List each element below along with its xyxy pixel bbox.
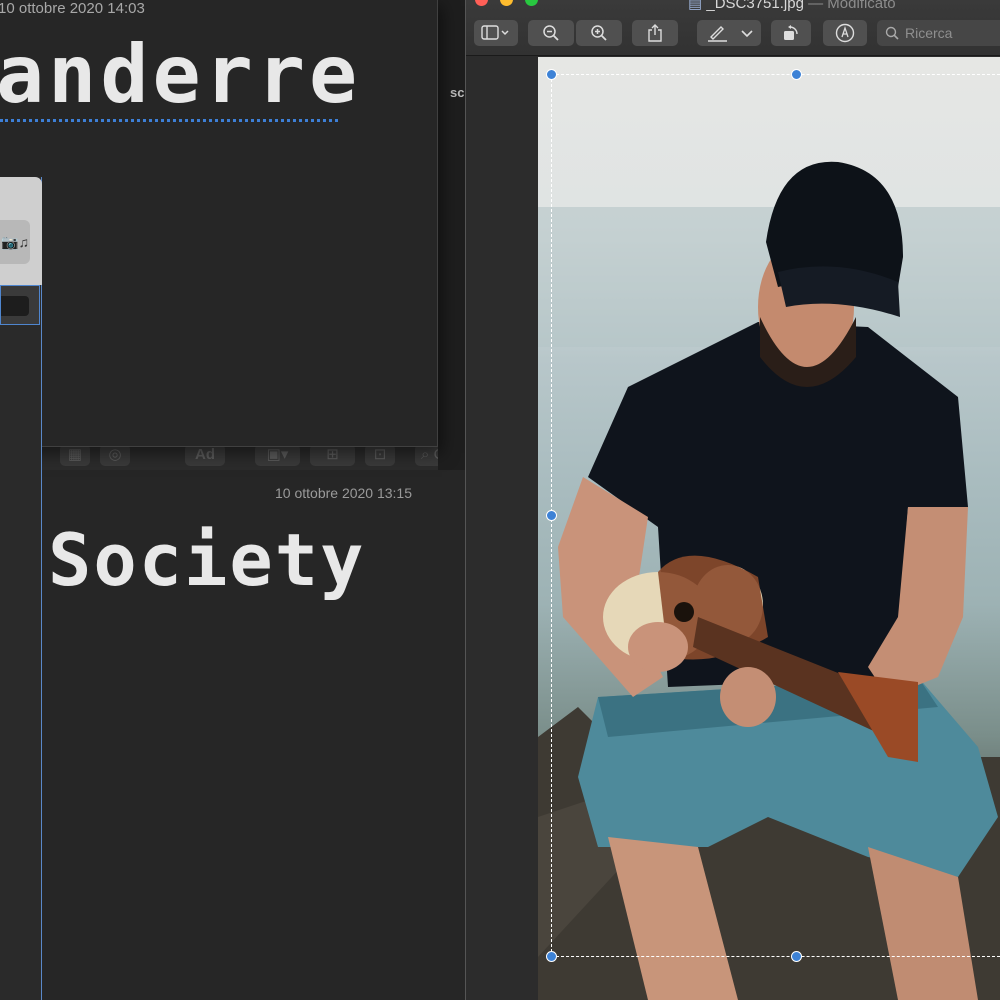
sidebar-button[interactable] [474, 20, 518, 46]
zoom-in-icon [591, 25, 607, 41]
crop-handle-middle-left[interactable] [546, 510, 557, 521]
edit-status: Modificato [827, 0, 896, 12]
table-icon[interactable]: ▦ [60, 444, 90, 466]
rotate-icon [784, 25, 798, 40]
close-button[interactable] [475, 0, 488, 6]
note-window-society: ▦ ◎ Ad ▣▾ ⊞ ⊡ ⌕ Ce 10 ottobre 2020 13:15… [0, 440, 465, 940]
document-icon: ▤ [688, 0, 703, 12]
desktop: ▦ ◎ Ad ▣▾ ⊞ ⊡ ⌕ Ce 10 ottobre 2020 13:15… [0, 0, 1000, 1000]
panel-selected-item[interactable] [0, 285, 40, 325]
toggle-knob [1, 296, 29, 316]
zoom-button[interactable] [525, 0, 538, 6]
annotate-icon [835, 23, 855, 43]
media-icon[interactable]: ▣▾ [255, 444, 300, 466]
background-window-strip: sc [438, 0, 465, 470]
checklist-icon[interactable]: ◎ [100, 444, 130, 466]
markup-pen-icon [708, 26, 727, 42]
crop-handle-bottom-middle[interactable] [791, 951, 802, 962]
window-title: ▤ _DSC3751.jpg — Modificato [688, 0, 896, 12]
note-window-wanderre: 10 ottobre 2020 14:03 anderre [0, 0, 438, 447]
sidebar-icon [481, 25, 509, 40]
strip-caption: sc [450, 85, 465, 100]
search-icon: ⌕ [421, 446, 430, 463]
note-date: 10 ottobre 2020 13:15 [275, 485, 413, 501]
markup-button[interactable] [697, 20, 761, 46]
search-icon [885, 26, 899, 40]
rotate-button[interactable] [771, 20, 811, 46]
note-title[interactable]: anderre [0, 28, 361, 121]
left-panel: 📷♫ [0, 177, 42, 1000]
share-button[interactable] [632, 20, 678, 46]
title-bar: ▤ _DSC3751.jpg — Modificato [466, 0, 1000, 56]
zoom-in-button[interactable] [576, 20, 622, 46]
note-date: 10 ottobre 2020 14:03 [0, 0, 145, 17]
annotate-button[interactable] [823, 20, 867, 46]
format-button[interactable]: Ad [185, 444, 225, 466]
crop-handle-top-left[interactable] [546, 69, 557, 80]
spellcheck-underline [0, 119, 338, 122]
lock-icon[interactable]: ⊡ [365, 444, 395, 466]
zoom-out-icon [543, 25, 559, 41]
collaborate-icon[interactable]: ⊞ [310, 444, 355, 466]
crop-handle-bottom-left[interactable] [546, 951, 557, 962]
search-input[interactable] [905, 25, 995, 41]
zoom-out-button[interactable] [528, 20, 574, 46]
crop-selection[interactable] [551, 74, 1000, 957]
minimize-button[interactable] [500, 0, 513, 6]
file-name: _DSC3751.jpg [706, 0, 804, 12]
crop-handle-top-middle[interactable] [791, 69, 802, 80]
photo-music-icon[interactable]: 📷♫ [0, 220, 30, 264]
share-icon [648, 24, 662, 42]
panel-header: 📷♫ [0, 177, 42, 285]
note-title[interactable]: Society [48, 518, 365, 602]
search-field[interactable] [877, 20, 1000, 46]
chevron-down-icon[interactable] [739, 26, 755, 40]
